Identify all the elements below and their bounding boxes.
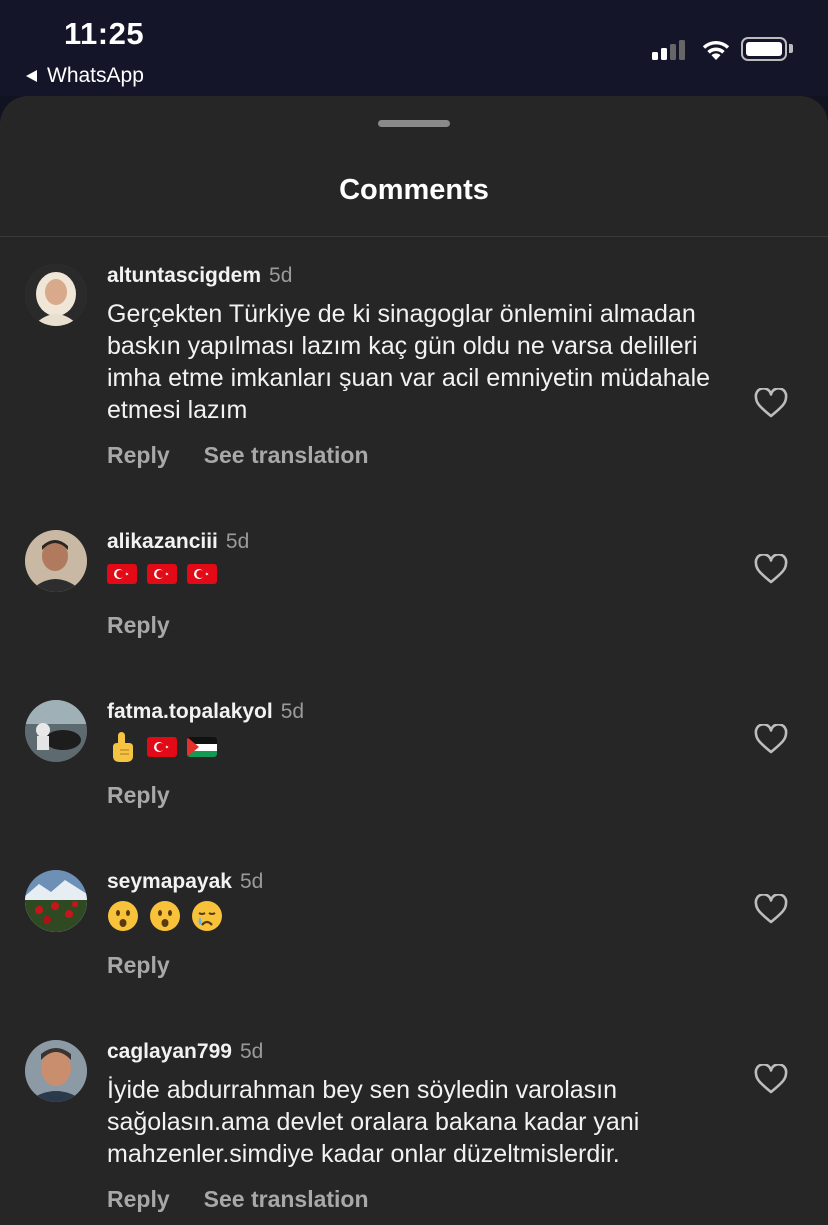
reply-button[interactable]: Reply [107, 1186, 170, 1213]
see-translation-button[interactable]: See translation [204, 442, 369, 469]
wifi-icon [702, 40, 730, 60]
turkey-flag-icon [147, 737, 177, 757]
status-bar: 11:25 WhatsApp [0, 0, 828, 96]
heart-icon[interactable] [754, 894, 788, 924]
back-app-label: WhatsApp [47, 64, 144, 87]
comment-text: Gerçekten Türkiye de ki sinagoglar önlem… [107, 300, 711, 424]
avatar[interactable] [25, 264, 87, 326]
reply-button[interactable]: Reply [107, 612, 170, 639]
crying-face-icon [192, 901, 222, 931]
heart-icon[interactable] [754, 1064, 788, 1094]
comment-emojis [107, 564, 217, 584]
comments-sheet: Comments altuntascigdem 5d Gerçekten Türk… [0, 96, 828, 1225]
see-translation-button[interactable]: See translation [204, 1186, 369, 1213]
avatar[interactable] [25, 700, 87, 762]
battery-icon [741, 37, 787, 61]
reply-button[interactable]: Reply [107, 952, 170, 979]
battery-cap [789, 44, 793, 53]
status-time: 11:25 [64, 16, 145, 51]
username[interactable]: caglayan799 [107, 1040, 232, 1063]
comment-age: 5d [280, 700, 305, 723]
cellular-signal-icon [652, 40, 685, 60]
turkey-flag-icon [147, 564, 177, 584]
reply-button[interactable]: Reply [107, 782, 170, 809]
username[interactable]: alikazanciii [107, 530, 218, 553]
comment-emojis [107, 730, 217, 764]
palestine-flag-icon [187, 737, 217, 757]
sheet-title: Comments [339, 174, 489, 206]
comment-emojis [107, 900, 223, 932]
hushed-face-icon [150, 901, 180, 931]
username[interactable]: seymapayak [107, 870, 232, 893]
index-pointing-up-icon [113, 732, 133, 762]
comment-age: 5d [239, 1040, 264, 1063]
heart-icon[interactable] [754, 724, 788, 754]
back-arrow-icon [26, 70, 37, 82]
comment-text: İyide abdurrahman bey sen söyledin varol… [107, 1076, 640, 1168]
back-to-app-link[interactable]: WhatsApp [26, 64, 144, 88]
turkey-flag-icon [187, 564, 217, 584]
heart-icon[interactable] [754, 554, 788, 584]
avatar[interactable] [25, 1040, 87, 1102]
heart-icon[interactable] [754, 388, 788, 418]
reply-button[interactable]: Reply [107, 442, 170, 469]
sheet-grabber-handle[interactable] [378, 120, 450, 127]
hushed-face-icon [108, 901, 138, 931]
username[interactable]: altuntascigdem [107, 264, 261, 287]
comment-age: 5d [269, 264, 293, 287]
turkey-flag-icon [107, 564, 137, 584]
header-divider [0, 236, 828, 237]
avatar[interactable] [25, 530, 87, 592]
avatar[interactable] [25, 870, 87, 932]
username[interactable]: fatma.topalakyol [107, 700, 273, 723]
comment-age: 5d [239, 870, 264, 893]
comment-age: 5d [225, 530, 250, 553]
